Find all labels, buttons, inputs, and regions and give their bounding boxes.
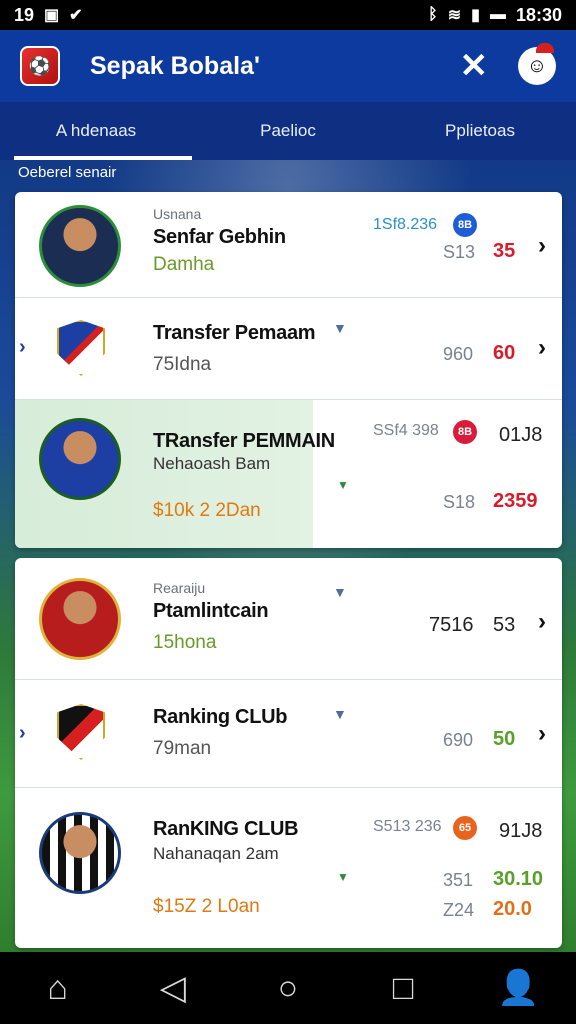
back-icon[interactable]: ◁ [143,968,203,1008]
row-name: Transfer Pemaam [153,322,316,344]
chevron-right-icon[interactable]: › [538,720,546,748]
marker-down-icon: ▼ [333,320,347,336]
row-score: 01J8 [499,424,543,446]
bluetooth-icon: ᛒ [428,6,438,23]
row-badge: 8B [453,213,477,237]
list-item[interactable]: RanKING CLUB Nahanaqan 2am $15Z 2 L0an ▼… [15,788,562,948]
player-avatar [39,812,121,894]
expand-chevron-icon[interactable]: › [19,336,26,359]
status-bar: 19 ▣ ✔ ᛒ ≋ ▮ ▬ 18:30 [0,0,576,30]
row-sub: 79man [153,738,212,759]
row-badge: 65 [453,816,477,840]
list-item[interactable]: › Ranking CLUb ▼ 79man 690 50 › [15,680,562,788]
row-kicker: Rearaiju [153,580,206,596]
row-value-tertiary: Z24 [443,900,475,920]
expand-chevron-icon[interactable]: › [19,722,26,745]
status-time-left: 19 [14,4,35,25]
player-avatar [39,205,121,287]
row-score: 50 [493,728,516,750]
row-sub: Nehaoash Bam [153,454,271,473]
close-icon[interactable]: ✕ [460,46,489,86]
row-badge: 8B [453,420,477,444]
status-time: 18:30 [515,4,562,25]
home-circle-icon[interactable]: ○ [258,969,318,1008]
row-score: 35 [493,240,516,262]
home-icon[interactable]: ⌂ [28,969,88,1008]
row-sub: 75Idna [153,354,212,375]
row-fee: $15Z 2 L0an [153,896,260,917]
row-score-tertiary: 20.0 [493,898,532,920]
row-sub: Damha [153,254,215,275]
tab-2[interactable]: Paelioc [192,102,384,160]
list-item[interactable]: TRansfer PEMMAIN Nehaoash Bam $10k 2 2Da… [15,400,562,548]
row-score-secondary: 30.10 [493,868,544,890]
row-value-secondary: 351 [443,870,474,890]
section-label: Oeberel senair [18,164,117,181]
row-fee: $10k 2 2Dan [153,500,261,521]
tab-bar: A hdenaas Paelioc Pplietoas [0,102,576,160]
row-name: RanKING CLUB [153,818,299,840]
row-score: 91J8 [499,820,543,842]
row-value: 690 [443,730,474,750]
row-name: Ptamlintcain [153,600,269,622]
app-logo-icon: ⚽ [20,46,60,86]
chevron-right-icon[interactable]: › [538,608,546,636]
row-sub: 15hona [153,632,217,653]
club-crest-icon [57,320,105,376]
wifi-icon: ≋ [447,7,462,24]
row-value: SSf4 398 [373,422,439,439]
profile-avatar-icon[interactable]: ☺ [518,43,556,85]
card-rankings: Rearaiju Ptamlintcain ▼ 15hona 7516 53 ›… [15,558,562,948]
profile-icon[interactable]: 👤 [488,968,548,1008]
chevron-right-icon[interactable]: › [538,334,546,362]
row-value: 7516 [429,614,474,636]
battery-icon: ▬ [489,6,506,23]
row-value: 1Sf8.236 [373,216,438,233]
row-value: S513 236 [373,818,442,835]
notification-icon: ▣ [44,7,60,24]
row-name: Ranking CLUb [153,706,288,728]
player-avatar [39,418,121,500]
tab-3[interactable]: Pplietoas [384,102,576,160]
row-sub: Nahanaqan 2am [153,844,279,863]
row-kicker: Usnana [153,206,202,222]
recent-apps-icon[interactable]: □ [373,969,433,1008]
row-score-secondary: 2359 [493,490,538,512]
marker-down-icon: ▼ [337,478,349,492]
check-circle-icon: ✔ [69,7,83,24]
list-item[interactable]: Usnana Senfar Gebhin Damha 1Sf8.236 8B S… [15,192,562,298]
row-value-secondary: S13 [443,242,476,262]
row-name: TRansfer PEMMAIN [153,430,335,452]
tab-1[interactable]: A hdenaas [0,102,192,160]
club-crest-icon [57,704,105,760]
system-nav-bar: ⌂ ◁ ○ □ 👤 [0,952,576,1024]
row-score: 53 [493,614,516,636]
card-transfers: Usnana Senfar Gebhin Damha 1Sf8.236 8B S… [15,192,562,548]
row-value-secondary: S18 [443,492,476,512]
marker-down-icon: ▼ [333,706,347,722]
marker-down-icon: ▼ [333,584,347,600]
app-bar: ⚽ Sepak Bobala' ✕ ☺ [0,30,576,102]
row-value: 960 [443,344,474,364]
chevron-right-icon[interactable]: › [538,232,546,260]
signal-icon: ▮ [471,7,480,24]
list-item[interactable]: › Transfer Pemaam ▼ 75Idna 960 60 › [15,298,562,400]
list-item[interactable]: Rearaiju Ptamlintcain ▼ 15hona 7516 53 › [15,558,562,680]
app-title: Sepak Bobala' [90,51,260,80]
marker-down-icon: ▼ [337,870,349,884]
row-score: 60 [493,342,516,364]
row-name: Senfar Gebhin [153,226,286,248]
player-avatar [39,578,121,660]
